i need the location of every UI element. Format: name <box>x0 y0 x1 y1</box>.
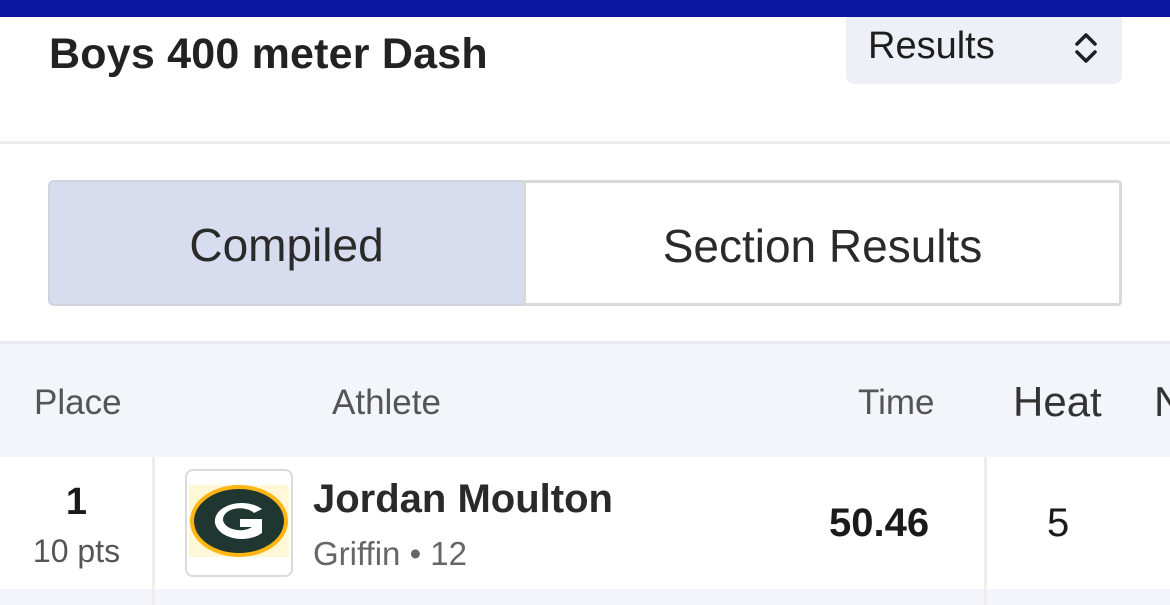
select-value: Results <box>868 25 995 67</box>
points-value: 10 pts <box>32 533 121 569</box>
tab-section-results-label: Section Results <box>662 220 983 272</box>
top-accent-bar <box>0 0 1170 17</box>
results-view-select[interactable]: Results <box>846 17 1122 84</box>
cell-divider <box>152 589 155 605</box>
column-header-place[interactable]: Place <box>34 383 122 423</box>
cell-divider <box>984 589 987 605</box>
page-title: Boys 400 meter Dash <box>49 30 488 78</box>
next-row-edge <box>0 589 1170 605</box>
athlete-name[interactable]: Jordan Moulton <box>313 477 613 522</box>
tab-compiled[interactable]: Compiled <box>48 180 523 306</box>
heat-value: 5 <box>1047 501 1070 545</box>
tab-compiled-label: Compiled <box>189 219 384 271</box>
chevron-up-down-icon <box>1075 33 1097 63</box>
place-value: 1 <box>65 481 88 523</box>
column-header-truncated[interactable]: N <box>1154 378 1170 426</box>
column-header-heat[interactable]: Heat <box>1013 378 1102 426</box>
cell-divider <box>152 457 155 605</box>
cell-divider <box>984 457 987 605</box>
section-divider <box>0 141 1170 144</box>
results-table-header: Place Athlete Time Heat N <box>0 341 1170 457</box>
column-header-time[interactable]: Time <box>858 383 934 423</box>
green-bay-g-logo-icon <box>185 469 293 577</box>
time-value: 50.46 <box>829 501 930 545</box>
column-header-athlete[interactable]: Athlete <box>332 383 441 423</box>
athlete-team-grade: Griffin • 12 <box>313 535 468 572</box>
table-row[interactable]: 1 10 pts Jordan Moulton Griffin • 12 50.… <box>0 457 1170 605</box>
tab-section-results[interactable]: Section Results <box>523 180 1122 306</box>
